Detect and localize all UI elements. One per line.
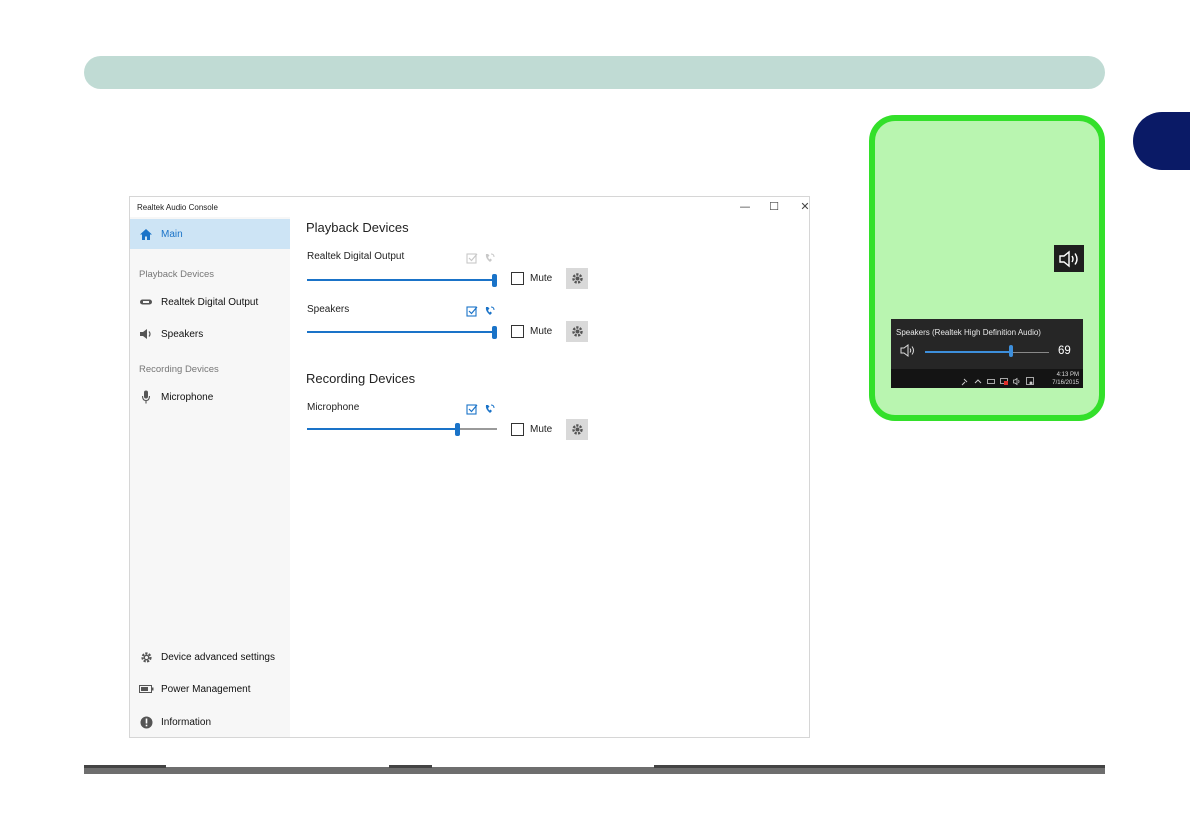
checkbox-box[interactable] xyxy=(511,423,524,436)
device-status-icons xyxy=(466,403,496,415)
flyout-volume-fill xyxy=(925,351,1011,353)
sidebar-item-label: Power Management xyxy=(161,683,251,695)
window-title: Realtek Audio Console xyxy=(137,203,218,212)
close-button[interactable]: ✕ xyxy=(797,200,813,214)
device-settings-button[interactable] xyxy=(566,419,588,440)
clock-time: 4:13 PM xyxy=(1056,372,1079,378)
digital-output-icon xyxy=(138,295,154,309)
device-status-icons xyxy=(466,305,496,317)
sidebar-item-speakers[interactable]: Speakers xyxy=(138,325,203,343)
chevron-up-icon[interactable] xyxy=(974,373,982,384)
mute-checkbox[interactable]: Mute xyxy=(511,325,552,338)
mute-checkbox[interactable]: Mute xyxy=(511,423,552,436)
microphone-icon xyxy=(138,390,154,404)
window-titlebar: Realtek Audio Console — ☐ ✕ xyxy=(130,197,810,217)
sidebar-item-label: Main xyxy=(161,228,183,240)
volume-slider[interactable] xyxy=(307,423,497,436)
mute-label: Mute xyxy=(530,424,553,435)
taskbar-speaker-icon[interactable] xyxy=(1054,245,1084,272)
gear-icon xyxy=(138,650,154,664)
gear-icon xyxy=(571,424,583,435)
sidebar-item-label: Speakers xyxy=(161,328,204,340)
info-icon xyxy=(138,715,154,729)
sidebar-item-label: Information xyxy=(161,716,212,728)
speaker-icon[interactable] xyxy=(900,344,916,357)
slider-thumb[interactable] xyxy=(455,423,460,436)
clock[interactable]: 4:13 PM 7/16/2015 xyxy=(1052,371,1079,387)
communication-device-icon[interactable] xyxy=(484,305,496,317)
sidebar-item-information[interactable]: Information xyxy=(138,713,211,731)
footer-rule xyxy=(84,765,1105,774)
playback-devices-heading: Playback Devices xyxy=(306,220,409,235)
sidebar-item-label: Realtek Digital Output xyxy=(161,296,259,308)
flyout-volume-value: 69 xyxy=(1058,345,1071,357)
sidebar-item-label: Device advanced settings xyxy=(161,651,275,663)
home-icon xyxy=(138,227,154,241)
sidebar-item-label: Microphone xyxy=(161,391,214,403)
sidebar: Main Playback Devices Realtek Digital Ou… xyxy=(130,217,290,737)
flyout-device-name: Speakers (Realtek High Definition Audio) xyxy=(896,328,1041,337)
flyout-volume-thumb[interactable] xyxy=(1009,345,1013,357)
checkbox-box[interactable] xyxy=(511,325,524,338)
sidebar-item-microphone[interactable]: Microphone xyxy=(138,388,213,406)
battery-icon[interactable] xyxy=(987,373,995,384)
checkbox-box[interactable] xyxy=(511,272,524,285)
mute-checkbox[interactable]: Mute xyxy=(511,272,552,285)
volume-tray-icon[interactable] xyxy=(1013,373,1021,386)
slider-thumb[interactable] xyxy=(492,274,497,287)
manual-page: Realtek Audio Console — ☐ ✕ Main Playbac… xyxy=(0,0,1190,838)
default-device-icon[interactable] xyxy=(466,305,478,317)
battery-icon xyxy=(138,682,154,696)
page-header-bar xyxy=(84,56,1105,89)
volume-slider[interactable] xyxy=(307,274,497,287)
gear-icon xyxy=(571,273,583,284)
sidebar-item-realtek-digital-output[interactable]: Realtek Digital Output xyxy=(138,293,258,311)
speaker-icon xyxy=(138,327,154,341)
notification-icon[interactable] xyxy=(1026,373,1034,385)
sidebar-section-recording: Recording Devices xyxy=(139,364,219,375)
device-name: Realtek Digital Output xyxy=(307,251,405,262)
pin-icon[interactable] xyxy=(961,373,969,386)
device-name: Speakers xyxy=(307,304,350,315)
gear-icon xyxy=(571,326,583,337)
sidebar-item-device-advanced-settings[interactable]: Device advanced settings xyxy=(138,648,275,666)
volume-slider[interactable] xyxy=(307,326,497,339)
speaker-icon xyxy=(1059,250,1078,267)
realtek-audio-console-window: Realtek Audio Console — ☐ ✕ Main Playbac… xyxy=(129,196,810,738)
communication-device-icon[interactable] xyxy=(484,252,496,264)
device-settings-button[interactable] xyxy=(566,321,588,342)
taskbar: 4:13 PM 7/16/2015 xyxy=(891,369,1083,388)
sidebar-section-playback: Playback Devices xyxy=(139,269,214,280)
maximize-button[interactable]: ☐ xyxy=(766,200,782,214)
mute-label: Mute xyxy=(530,273,553,284)
communication-device-icon[interactable] xyxy=(484,403,496,415)
default-device-icon[interactable] xyxy=(466,252,478,264)
slider-thumb[interactable] xyxy=(492,326,497,339)
device-status-icons xyxy=(466,252,496,264)
tray-icons xyxy=(961,373,1034,386)
default-device-icon[interactable] xyxy=(466,403,478,415)
sidebar-item-power-management[interactable]: Power Management xyxy=(138,680,251,698)
clock-date: 7/16/2015 xyxy=(1052,380,1079,386)
network-icon[interactable] xyxy=(1000,373,1008,385)
sidebar-item-main[interactable]: Main xyxy=(130,219,290,249)
mute-label: Mute xyxy=(530,326,553,337)
device-name: Microphone xyxy=(307,402,360,413)
volume-flyout: Speakers (Realtek High Definition Audio)… xyxy=(891,319,1083,388)
minimize-button[interactable]: — xyxy=(737,200,753,214)
recording-devices-heading: Recording Devices xyxy=(306,371,416,386)
device-settings-button[interactable] xyxy=(566,268,588,289)
chapter-tab xyxy=(1133,112,1190,170)
